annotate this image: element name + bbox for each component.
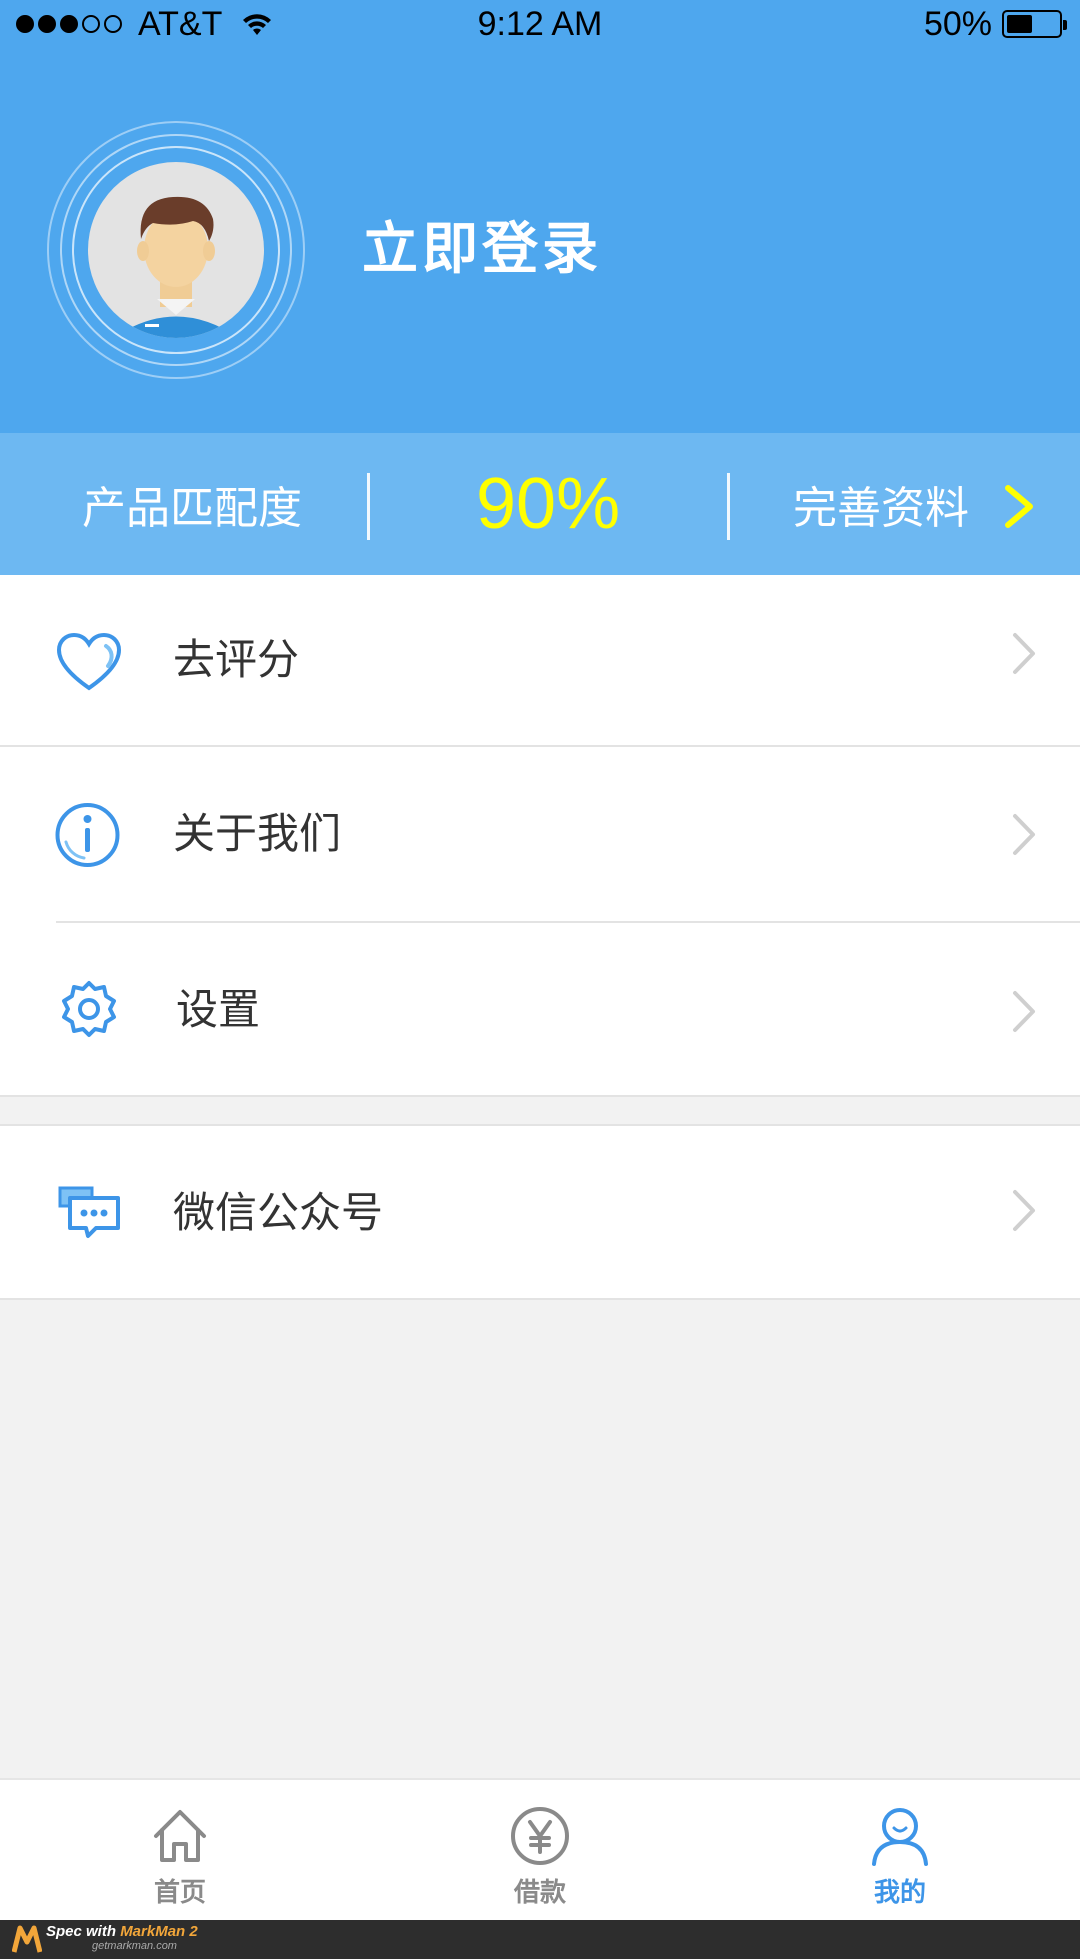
chevron-right-icon <box>1013 633 1035 674</box>
tab-home[interactable]: 首页 <box>0 1780 360 1922</box>
match-bar: 产品匹配度 90% 完善资料 <box>0 433 1080 575</box>
chevron-right-icon <box>1013 814 1035 855</box>
info-icon <box>55 803 120 867</box>
list-item-settings[interactable]: 设置 <box>0 923 1080 1095</box>
tab-home-label: 首页 <box>153 1878 206 1908</box>
battery-area: 50% <box>923 2 1067 46</box>
wechat-label: 微信公众号 <box>173 1188 384 1237</box>
yen-icon <box>511 1807 569 1865</box>
markman-footer: Spec with MarkMan 2 getmarkman.com <box>0 1920 1080 1959</box>
chevron-right-icon <box>1013 991 1035 1032</box>
user-icon <box>872 1808 928 1866</box>
rate-label: 去评分 <box>173 635 300 684</box>
footer-site: getmarkman.com <box>92 1940 177 1952</box>
match-value: 90% <box>476 464 621 544</box>
heart-icon <box>56 632 122 691</box>
complete-profile-button[interactable]: 完善资料 <box>793 433 969 575</box>
tab-loan[interactable]: 借款 <box>360 1780 720 1922</box>
footer-spec-text: Spec with MarkMan 2 <box>46 1923 198 1940</box>
tab-loan-label: 借款 <box>513 1878 566 1908</box>
chevron-right-icon[interactable] <box>1002 484 1037 529</box>
settings-label: 设置 <box>176 985 261 1034</box>
status-bar: AT&T 9:12 AM 50% <box>0 0 1080 50</box>
divider <box>0 1095 1080 1097</box>
tab-mine[interactable]: 我的 <box>720 1780 1080 1922</box>
user-avatar-icon[interactable] <box>45 119 307 381</box>
list-item-about[interactable]: 关于我们 <box>0 747 1080 923</box>
chat-bubbles-icon <box>58 1186 120 1238</box>
tab-bar: 首页 借款 我的 <box>0 1778 1080 1920</box>
list-item-rate[interactable]: 去评分 <box>0 575 1080 747</box>
home-icon <box>154 1810 206 1862</box>
login-button[interactable]: 立即登录 <box>362 218 602 282</box>
list-item-wechat[interactable]: 微信公众号 <box>0 1126 1080 1298</box>
match-label: 产品匹配度 <box>82 483 302 534</box>
markman-logo-icon <box>12 1925 42 1953</box>
footer-brand: MarkMan 2 <box>120 1923 198 1940</box>
about-label: 关于我们 <box>173 809 342 858</box>
tab-mine-label: 我的 <box>873 1878 926 1908</box>
profile-header: AT&T 9:12 AM 50% 立即登录 产品匹配度 90% 完善资料 <box>0 0 1080 575</box>
battery-icon <box>1002 10 1067 38</box>
battery-fill <box>1007 15 1032 33</box>
footer-spec-prefix: Spec with <box>46 1923 121 1940</box>
divider <box>367 473 370 540</box>
gear-icon <box>62 981 116 1037</box>
divider <box>0 1298 1080 1300</box>
divider <box>727 473 730 540</box>
status-time: 9:12 AM <box>477 5 603 43</box>
chevron-right-icon <box>1013 1190 1035 1231</box>
battery-percent: 50% <box>923 4 992 43</box>
avatar-graphic <box>47 121 305 379</box>
